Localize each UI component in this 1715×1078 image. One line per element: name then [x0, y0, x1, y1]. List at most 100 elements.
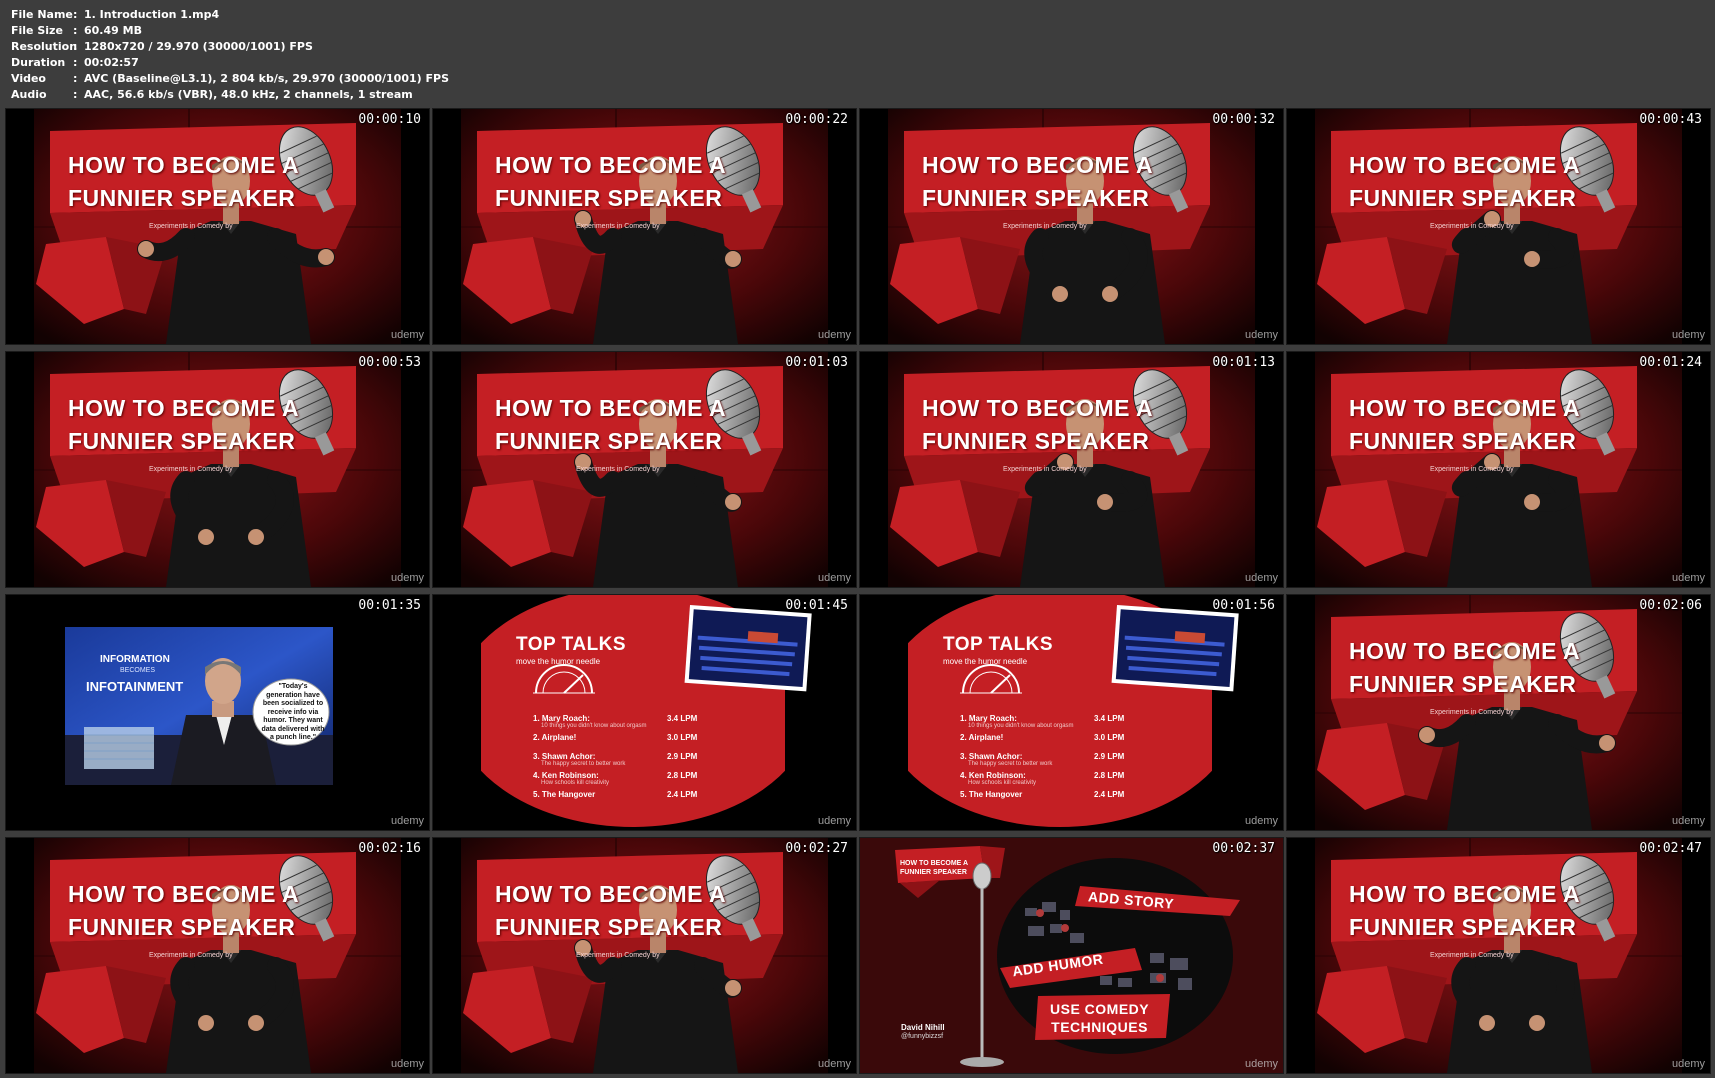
slide-title-line2: FUNNIER SPEAKER — [495, 428, 723, 454]
slide-title-line1: HOW TO BECOME A — [1349, 638, 1581, 664]
top-talks-subtitle: move the humor needle — [943, 657, 1028, 666]
talk-desc: How schools kill creativity — [541, 780, 610, 786]
thumbnail-speaker: HOW TO BECOME A FUNNIER SPEAKER Experiment… — [1287, 595, 1710, 830]
top-talks-list: 1. Mary Roach: 10 things you didn't know … — [960, 714, 1180, 809]
story-title-line1: HOW TO BECOME A — [900, 860, 969, 867]
list-item: 5. The Hangover 2.4 LPM — [533, 790, 753, 809]
timestamp: 00:01:45 — [785, 598, 848, 613]
banner-line1: USE COMEDY — [1050, 1001, 1150, 1017]
top-talks-title: TOP TALKS — [943, 634, 1054, 655]
timestamp: 00:00:22 — [785, 112, 848, 127]
info-line3: INFOTAINMENT — [86, 679, 184, 694]
slide-title-line1: HOW TO BECOME A — [922, 152, 1154, 178]
slide-title-line1: HOW TO BECOME A — [68, 881, 300, 907]
thumbnail-speaker: HOW TO BECOME A FUNNIER SPEAKER Experiment… — [433, 352, 856, 587]
talk-desc: 10 things you didn't know about orgasm — [968, 723, 1074, 729]
timestamp: 00:02:27 — [785, 841, 848, 856]
timestamp: 00:02:16 — [358, 841, 421, 856]
timestamp: 00:00:10 — [358, 112, 421, 127]
slide-title: HOW TO BECOME A FUNNIER SPEAKER — [1349, 635, 1580, 701]
talk-score: 3.0 LPM — [1094, 733, 1125, 742]
slide-subtitle: Experiments in Comedy by — [1430, 709, 1514, 716]
thumbnail-speaker: HOW TO BECOME A FUNNIER SPEAKER Experiment… — [1287, 838, 1710, 1073]
talk-name: 1. Mary Roach: — [960, 714, 1017, 723]
info-row: Video: AVC (Baseline@L3.1), 2 804 kb/s, 2… — [11, 71, 449, 87]
info-separator: : — [73, 72, 78, 85]
udemy-watermark: udemy — [817, 329, 851, 341]
info-row: Resolution: 1280x720 / 29.970 (30000/1001… — [11, 39, 449, 55]
slide-title-line2: FUNNIER SPEAKER — [922, 428, 1150, 454]
slide-subtitle: Experiments in Comedy by — [576, 952, 660, 959]
talk-desc: The happy secret to better work — [968, 761, 1053, 767]
slide-title-line1: HOW TO BECOME A — [68, 395, 300, 421]
slide-subtitle: Experiments in Comedy by — [149, 952, 233, 959]
thumbnail-speaker: HOW TO BECOME A FUNNIER SPEAKER Experiment… — [1287, 109, 1710, 344]
slide-subtitle: Experiments in Comedy by — [149, 466, 233, 473]
slide-title: HOW TO BECOME A FUNNIER SPEAKER — [68, 149, 299, 215]
slide-title-line2: FUNNIER SPEAKER — [1349, 671, 1577, 697]
banner-line2: TECHNIQUES — [1051, 1019, 1148, 1035]
list-item: 5. The Hangover 2.4 LPM — [960, 790, 1180, 809]
talk-score: 2.4 LPM — [667, 790, 698, 799]
slide-title-line1: HOW TO BECOME A — [495, 395, 727, 421]
talk-desc: How schools kill creativity — [968, 780, 1037, 786]
talk-score: 2.8 LPM — [1094, 771, 1125, 780]
udemy-watermark: udemy — [1244, 815, 1278, 827]
slide-title-line1: HOW TO BECOME A — [1349, 152, 1581, 178]
slide-subtitle: Experiments in Comedy by — [1430, 466, 1514, 473]
list-item: 4. Ken Robinson: How schools kill creativ… — [960, 771, 1180, 790]
slide-title: HOW TO BECOME A FUNNIER SPEAKER — [495, 149, 726, 215]
timestamp: 00:00:43 — [1639, 112, 1702, 127]
talk-score: 3.0 LPM — [667, 733, 698, 742]
talk-score: 2.4 LPM — [1094, 790, 1125, 799]
talk-name: 4. Ken Robinson: — [960, 771, 1026, 780]
thumbnail-speaker: HOW TO BECOME A FUNNIER SPEAKER Experiment… — [1287, 352, 1710, 587]
info-key: Video — [11, 72, 46, 85]
info-row: File Size:60.49 MB — [11, 23, 449, 39]
thumbnail-speaker: HOW TO BECOME A FUNNIER SPEAKER Experiment… — [433, 109, 856, 344]
talk-name: 3. Shawn Achor: — [960, 752, 1023, 761]
talk-score: 2.9 LPM — [1094, 752, 1125, 761]
info-separator: : — [73, 24, 78, 37]
thumbnail-speaker: HOW TO BECOME A FUNNIER SPEAKER Experiment… — [860, 109, 1283, 344]
talk-score: 3.4 LPM — [667, 714, 698, 723]
slide-title: HOW TO BECOME A FUNNIER SPEAKER — [922, 149, 1153, 215]
media-info-panel: File Name: 1. Introduction 1.mp4 File Size… — [11, 7, 449, 103]
info-value: 1280x720 / 29.970 (30000/1001) FPS — [84, 40, 313, 53]
udemy-watermark: udemy — [390, 1058, 424, 1070]
udemy-watermark: udemy — [817, 1058, 851, 1070]
quote-bubble: "Today's generation have been socialized… — [261, 683, 325, 741]
slide-title: HOW TO BECOME A FUNNIER SPEAKER — [495, 392, 726, 458]
thumbnail-toptalks: TOP TALKS move the humor needle 1. Mary Ro… — [433, 595, 856, 830]
udemy-watermark: udemy — [1671, 1058, 1705, 1070]
udemy-watermark: udemy — [390, 815, 424, 827]
udemy-watermark: udemy — [1244, 1058, 1278, 1070]
slide-title-line2: FUNNIER SPEAKER — [68, 914, 296, 940]
list-item: 1. Mary Roach: 10 things you didn't know … — [960, 714, 1180, 733]
timestamp: 00:00:53 — [358, 355, 421, 370]
slide-title: HOW TO BECOME A FUNNIER SPEAKER — [922, 392, 1153, 458]
slide-subtitle: Experiments in Comedy by — [1430, 952, 1514, 959]
udemy-watermark: udemy — [390, 329, 424, 341]
udemy-watermark: udemy — [817, 815, 851, 827]
talk-name: 3. Shawn Achor: — [533, 752, 596, 761]
list-item: 2. Airplane! 3.0 LPM — [533, 733, 753, 752]
timestamp: 00:02:47 — [1639, 841, 1702, 856]
slide-title-line2: FUNNIER SPEAKER — [68, 428, 296, 454]
thumbnail-speaker: HOW TO BECOME A FUNNIER SPEAKER Experiment… — [6, 109, 429, 344]
info-key: File Name — [11, 8, 73, 21]
slide-subtitle: Experiments in Comedy by — [149, 223, 233, 230]
slide-title-line2: FUNNIER SPEAKER — [922, 185, 1150, 211]
slide-title: HOW TO BECOME A FUNNIER SPEAKER — [1349, 878, 1580, 944]
udemy-watermark: udemy — [1671, 572, 1705, 584]
thumbnail-speaker: HOW TO BECOME A FUNNIER SPEAKER Experiment… — [433, 838, 856, 1073]
slide-subtitle: Experiments in Comedy by — [1003, 466, 1087, 473]
slide-title: HOW TO BECOME A FUNNIER SPEAKER — [495, 878, 726, 944]
author-handle: @funnybizzsf — [901, 1033, 944, 1040]
talk-score: 2.8 LPM — [667, 771, 698, 780]
slide-subtitle: Experiments in Comedy by — [1003, 223, 1087, 230]
info-value: 1. Introduction 1.mp4 — [84, 8, 220, 21]
thumbnail-toptalks: TOP TALKS move the humor needle 1. Mary Ro… — [860, 595, 1283, 830]
thumbnail-story: HOW TO BECOME A FUNNIER SPEAKER ADD STORY A… — [860, 838, 1283, 1073]
info-key: Resolution — [11, 40, 78, 53]
